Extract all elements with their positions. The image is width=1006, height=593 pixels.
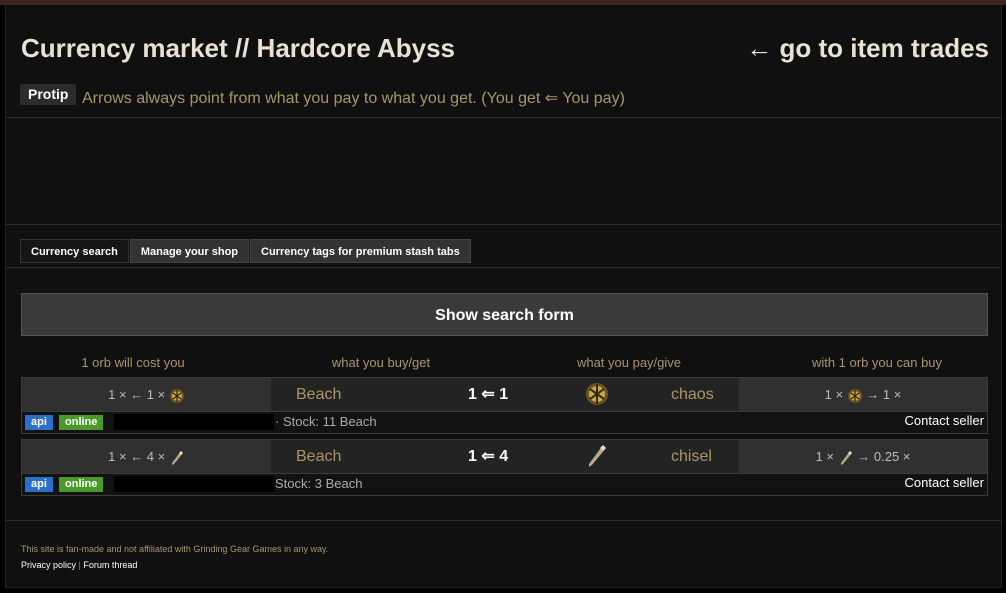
column-header-pay: what you pay/give	[576, 355, 682, 370]
cost-prefix: 1 ×	[108, 449, 127, 464]
protip-badge: Protip	[20, 84, 77, 105]
trade-ratio: 1 ⇐ 1	[468, 378, 508, 411]
chisel-icon	[589, 445, 606, 467]
rate-prefix: 1 ×	[824, 387, 844, 402]
rate-cell: 1 × → 1 ×	[739, 378, 987, 411]
ratio-pay: 4	[499, 448, 509, 465]
trade-cell: Beach 1 ⇐ 4 chisel	[271, 440, 739, 473]
protip-text: Arrows always point from what you pay to…	[82, 90, 625, 107]
divider	[6, 520, 1001, 521]
tab-bar: Currency search Manage your shop Currenc…	[20, 239, 472, 263]
api-badge: api	[25, 477, 53, 492]
column-header-rate: with 1 orb you can buy	[811, 355, 943, 370]
chisel-icon	[171, 450, 183, 465]
ratio-get: 1	[468, 386, 477, 403]
rate-arrow: → 1 ×	[866, 387, 902, 402]
rate-arrow: → 0.25 ×	[857, 449, 911, 464]
privacy-policy-link[interactable]: Privacy policy	[21, 560, 76, 570]
redacted-seller-name	[114, 476, 274, 492]
ratio-pay: 1	[499, 386, 509, 403]
footer-separator: |	[78, 560, 81, 570]
buy-currency-name: Beach	[296, 386, 342, 403]
chisel-icon	[840, 450, 852, 465]
tab-currency-tags[interactable]: Currency tags for premium stash tabs	[250, 239, 471, 263]
trade-cell: Beach 1 ⇐ 1 chaos	[271, 378, 739, 411]
cost-cell: 1 × ← 4 ×	[22, 440, 271, 473]
trade-ratio: 1 ⇐ 4	[468, 440, 508, 473]
column-header-cost: 1 orb will cost you	[81, 355, 185, 370]
stock-text: · Stock: 11 Beach	[275, 414, 377, 429]
ratio-arrow: ⇐	[481, 448, 495, 465]
cost-arrow: ← 1 ×	[130, 387, 166, 402]
cost-cell: 1 × ← 1 ×	[22, 378, 271, 411]
tab-manage-your-shop[interactable]: Manage your shop	[129, 239, 250, 263]
column-header-buy: what you buy/get	[331, 355, 431, 370]
ratio-arrow: ⇐	[481, 386, 495, 403]
contact-seller-link[interactable]: Contact seller	[905, 413, 984, 428]
rate-cell: 1 × → 0.25 ×	[739, 440, 987, 473]
divider	[6, 224, 1001, 225]
online-status-badge: online	[59, 415, 104, 430]
stock-text: Stock: 3 Beach	[275, 476, 363, 491]
page-title: Currency market // Hardcore Abyss	[21, 33, 456, 63]
api-badge: api	[25, 415, 53, 430]
cost-prefix: 1 ×	[108, 387, 127, 402]
footer-disclaimer: This site is fan-made and not affiliated…	[21, 544, 329, 554]
page-frame: Currency market // Hardcore Abyss ← go t…	[5, 5, 1002, 588]
chaos-orb-icon	[586, 383, 608, 405]
offer-row: 1 × ← 1 × Beach 1 ⇐ 1 chaos 1 × → 1 × ap…	[21, 377, 988, 434]
rate-prefix: 1 ×	[815, 449, 835, 464]
chaos-orb-icon	[847, 388, 862, 403]
pay-currency-name: chaos	[671, 386, 714, 403]
contact-seller-link[interactable]: Contact seller	[905, 475, 984, 490]
ratio-get: 1	[468, 448, 477, 465]
cost-arrow: ← 4 ×	[130, 449, 166, 464]
forum-thread-link[interactable]: Forum thread	[83, 560, 137, 570]
footer-links: Privacy policy | Forum thread	[21, 560, 137, 570]
pay-currency-name: chisel	[671, 448, 712, 465]
chaos-orb-icon	[169, 388, 184, 403]
tab-currency-search[interactable]: Currency search	[20, 239, 129, 263]
show-search-form-button[interactable]: Show search form	[21, 293, 988, 336]
divider	[6, 267, 1001, 268]
buy-currency-name: Beach	[296, 448, 342, 465]
online-status-badge: online	[59, 477, 104, 492]
divider	[6, 117, 1001, 118]
go-to-item-trades-link[interactable]: ← go to item trades	[746, 33, 989, 64]
redacted-seller-name	[114, 414, 274, 430]
offer-row: 1 × ← 4 × Beach 1 ⇐ 4 chisel 1 × → 0.25 …	[21, 439, 988, 496]
